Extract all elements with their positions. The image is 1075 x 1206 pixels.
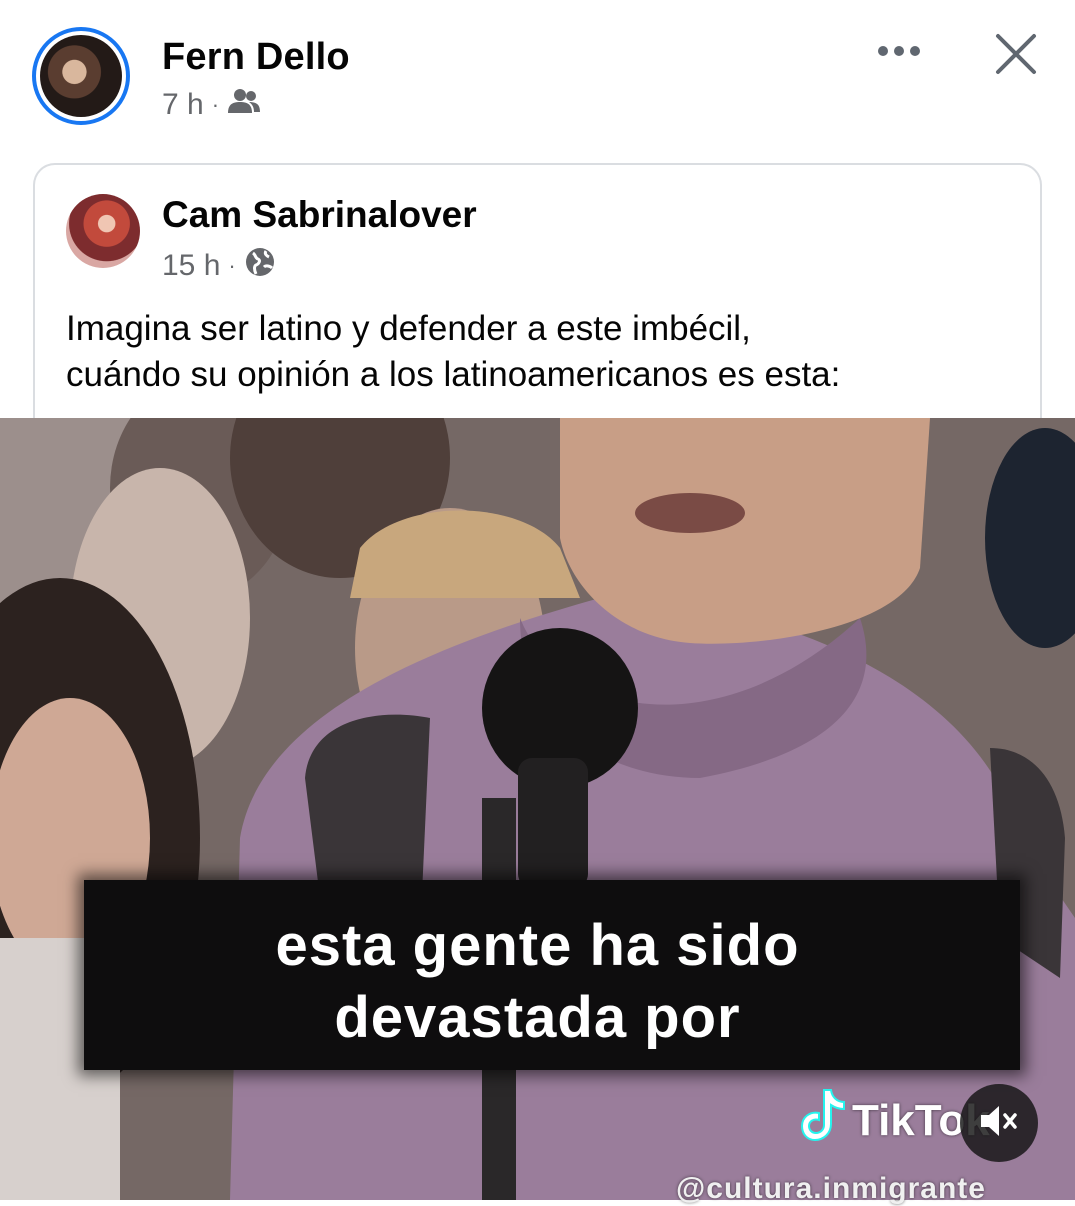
video-caption-line: esta gente ha sido <box>275 913 800 978</box>
post-meta: 7 h · <box>162 88 261 122</box>
post-text: Imagina ser latino y defender a este imb… <box>66 306 1026 398</box>
post-header: Fern Dello 7 h · <box>0 0 1075 160</box>
post-text-line: cuándo su opinión a los latinoamericanos… <box>66 355 841 394</box>
shared-post-time[interactable]: 15 h <box>162 249 220 283</box>
tiktok-icon <box>800 1088 846 1153</box>
shared-author-name[interactable]: Cam Sabrinalover <box>162 194 477 236</box>
author-name[interactable]: Fern Dello <box>162 36 350 79</box>
video-player[interactable] <box>0 418 1075 1200</box>
video-caption-line: devastada por <box>334 985 741 1050</box>
meta-separator: · <box>228 253 236 278</box>
friends-icon[interactable] <box>227 88 261 122</box>
more-options-button[interactable] <box>876 36 922 70</box>
more-icon <box>877 44 921 62</box>
shared-author-avatar[interactable] <box>66 194 140 268</box>
meta-separator: · <box>211 92 220 117</box>
close-button[interactable] <box>990 30 1042 82</box>
author-avatar[interactable] <box>32 27 130 125</box>
video-frame <box>0 418 1075 1200</box>
close-icon <box>995 33 1037 80</box>
author-avatar-image <box>40 35 122 117</box>
mute-button[interactable] <box>960 1084 1038 1162</box>
post-time[interactable]: 7 h <box>162 88 204 122</box>
speaker-muted-icon <box>979 1103 1019 1144</box>
tiktok-handle: @cultura.inmigrante <box>676 1172 986 1205</box>
globe-icon[interactable] <box>244 246 276 286</box>
shared-post-meta: 15 h · <box>162 246 276 286</box>
post-text-line: Imagina ser latino y defender a este imb… <box>66 309 751 348</box>
